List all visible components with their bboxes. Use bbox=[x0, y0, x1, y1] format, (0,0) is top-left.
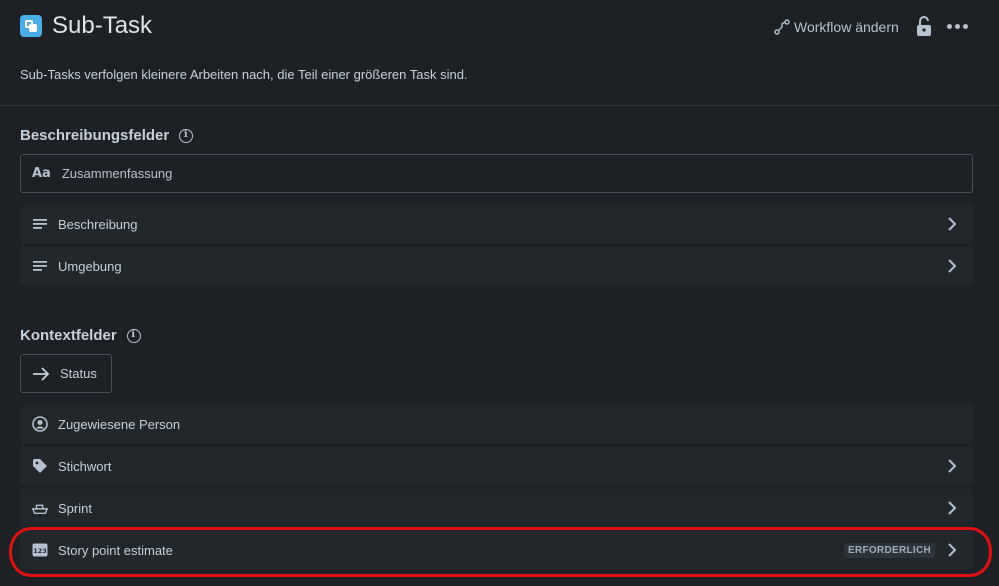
field-row-sprint[interactable]: Sprint bbox=[20, 489, 973, 527]
chevron-right-icon[interactable] bbox=[945, 500, 959, 516]
page-header: Sub-Task Workflow ändern Sub-Tasks verfo… bbox=[0, 0, 999, 106]
sprint-icon bbox=[32, 500, 48, 516]
status-field[interactable]: Status bbox=[20, 354, 112, 393]
field-row-stichwort[interactable]: Stichwort bbox=[20, 447, 973, 485]
person-icon bbox=[32, 416, 48, 432]
field-label: Umgebung bbox=[58, 258, 122, 274]
summary-field-label: Zusammenfassung bbox=[61, 166, 173, 181]
summary-field[interactable]: Aa Zusammenfassung bbox=[20, 154, 973, 193]
description-fields-heading: Beschreibungsfelder bbox=[20, 127, 194, 144]
description-fields-title: Beschreibungsfelder bbox=[20, 127, 170, 144]
chevron-right-icon[interactable] bbox=[945, 542, 959, 558]
field-row-umgebung[interactable]: Umgebung bbox=[20, 247, 973, 285]
change-workflow-label: Workflow ändern bbox=[794, 19, 899, 35]
field-label: Stichwort bbox=[58, 458, 112, 474]
field-label: Story point estimate bbox=[58, 542, 173, 558]
tag-icon bbox=[32, 458, 48, 474]
field-label: Sprint bbox=[58, 500, 92, 516]
page-description: Sub-Tasks verfolgen kleinere Arbeiten na… bbox=[20, 67, 468, 82]
more-options-icon[interactable] bbox=[947, 22, 969, 30]
context-fields-heading: Kontextfelder bbox=[20, 327, 141, 344]
field-row-beschreibung[interactable]: Beschreibung bbox=[20, 205, 973, 243]
field-row-story-point-estimate[interactable]: 123 Story point estimate ERFORDERLICH bbox=[20, 531, 973, 569]
text-lines-icon bbox=[32, 216, 48, 232]
chevron-right-icon[interactable] bbox=[945, 458, 959, 474]
svg-text:123: 123 bbox=[33, 547, 47, 555]
number-icon: 123 bbox=[32, 542, 48, 558]
chevron-right-icon[interactable] bbox=[945, 258, 959, 274]
page-title: Sub-Task bbox=[52, 12, 153, 39]
arrow-right-icon bbox=[33, 366, 50, 381]
context-fields-title: Kontextfelder bbox=[20, 327, 117, 344]
change-workflow-button[interactable]: Workflow ändern bbox=[774, 17, 899, 37]
info-icon[interactable] bbox=[179, 128, 194, 143]
field-row-zugewiesene-person[interactable]: Zugewiesene Person bbox=[20, 405, 973, 443]
workflow-icon bbox=[774, 19, 790, 35]
required-badge: ERFORDERLICH bbox=[843, 543, 935, 558]
chevron-right-icon[interactable] bbox=[945, 216, 959, 232]
field-label: Zugewiesene Person bbox=[58, 416, 181, 432]
text-lines-icon bbox=[32, 258, 48, 274]
unlock-icon[interactable] bbox=[914, 15, 934, 37]
field-label: Beschreibung bbox=[58, 216, 138, 232]
status-field-label: Status bbox=[60, 366, 97, 381]
text-aa-icon: Aa bbox=[32, 166, 51, 181]
info-icon[interactable] bbox=[126, 328, 141, 343]
subtask-type-icon bbox=[20, 15, 42, 37]
